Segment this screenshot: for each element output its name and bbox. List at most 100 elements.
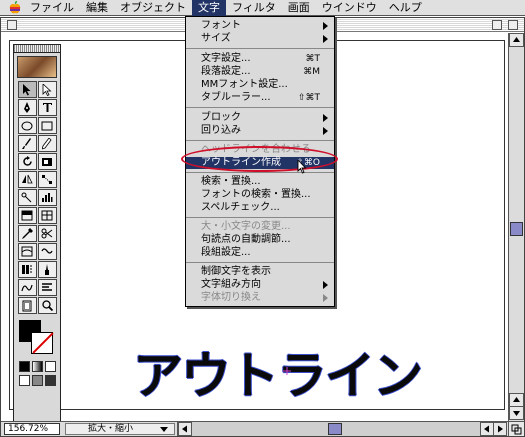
menu-item-mm-font[interactable]: MMフォント設定... bbox=[186, 79, 334, 91]
vertical-scrollbar[interactable] bbox=[508, 33, 524, 421]
vertical-scroll-thumb[interactable] bbox=[510, 222, 523, 236]
gradient-tool[interactable] bbox=[17, 207, 37, 224]
menu-type[interactable]: 文字 bbox=[192, 0, 226, 16]
venus-logo bbox=[17, 56, 57, 78]
menu-item-label: 字体切り換え bbox=[201, 292, 261, 303]
twirl-tool[interactable] bbox=[37, 243, 57, 260]
horizontal-scrollbar[interactable] bbox=[177, 422, 507, 436]
scroll-down-arrow[interactable] bbox=[509, 406, 524, 420]
menu-item-find-replace[interactable]: 検索・置換... bbox=[186, 176, 334, 188]
autotrace-tool[interactable] bbox=[17, 279, 37, 296]
scroll-up-arrow[interactable] bbox=[509, 33, 524, 47]
tool-palette bbox=[13, 44, 61, 432]
warp-icon bbox=[21, 246, 33, 257]
standard-screen-button[interactable] bbox=[18, 375, 30, 386]
menu-filter[interactable]: フィルタ bbox=[226, 0, 282, 16]
pen-tool[interactable] bbox=[17, 99, 37, 116]
menu-item-smart-punctuation[interactable]: 句読点の自動調節... bbox=[186, 234, 334, 246]
menu-window[interactable]: ウインドウ bbox=[316, 0, 383, 16]
menu-item-type-orientation[interactable]: 文字組み方向 bbox=[186, 279, 334, 291]
menu-item-size[interactable]: サイズ bbox=[186, 33, 334, 45]
align-tool[interactable] bbox=[37, 279, 57, 296]
menu-object[interactable]: オブジェクト bbox=[114, 0, 192, 16]
menu-item-label: スペルチェック... bbox=[201, 202, 280, 213]
menu-item-font[interactable]: フォント bbox=[186, 20, 334, 32]
menu-item-rows-columns[interactable]: 段組設定... bbox=[186, 247, 334, 259]
close-box[interactable] bbox=[7, 20, 17, 30]
ellipse-icon bbox=[21, 121, 33, 130]
selection-tool[interactable] bbox=[17, 81, 37, 98]
stroke-swatch[interactable] bbox=[31, 332, 53, 354]
scroll-left-arrow-right[interactable] bbox=[480, 422, 494, 436]
fill-stroke-swatches bbox=[17, 318, 57, 358]
menu-separator bbox=[186, 140, 334, 141]
direct-selection-tool[interactable] bbox=[37, 81, 57, 98]
align-icon bbox=[42, 283, 52, 291]
menu-item-label: フォント bbox=[201, 20, 241, 31]
scroll-up-arrow-lower[interactable] bbox=[509, 393, 524, 407]
autotrace-icon bbox=[21, 284, 33, 292]
menu-view[interactable]: 画面 bbox=[282, 0, 316, 16]
menu-separator bbox=[186, 172, 334, 173]
submenu-arrow-icon bbox=[323, 22, 328, 30]
reflect-tool[interactable] bbox=[17, 171, 37, 188]
zoom-box[interactable] bbox=[492, 20, 502, 30]
rectangle-tool[interactable] bbox=[37, 117, 57, 134]
full-screen-button[interactable] bbox=[44, 375, 56, 386]
outline-text-object[interactable]: アウトライン bbox=[133, 336, 423, 408]
menu-file[interactable]: ファイル bbox=[24, 0, 80, 16]
menu-item-character[interactable]: 文字設定... ⌘T bbox=[186, 53, 334, 65]
reflect-icon bbox=[22, 174, 33, 184]
ellipse-tool[interactable] bbox=[17, 117, 37, 134]
menu-item-label: MMフォント設定... bbox=[201, 79, 288, 90]
brush-tool[interactable] bbox=[17, 135, 37, 152]
blend-tool[interactable] bbox=[37, 171, 57, 188]
mesh-icon bbox=[41, 210, 53, 221]
status-popup[interactable]: 拡大・縮小 bbox=[65, 423, 175, 435]
menu-bar: ファイル 編集 オブジェクト 文字 フィルタ 画面 ウインドウ ヘルプ bbox=[0, 0, 525, 16]
apple-menu-icon[interactable] bbox=[6, 1, 24, 15]
full-screen-menu-button[interactable] bbox=[31, 375, 43, 386]
eyedropper-tool[interactable] bbox=[17, 225, 37, 242]
menu-edit[interactable]: 編集 bbox=[80, 0, 114, 16]
warp-tool[interactable] bbox=[17, 243, 37, 260]
mesh-tool[interactable] bbox=[37, 207, 57, 224]
scissors-blend-tool[interactable] bbox=[17, 189, 37, 206]
pencil-icon bbox=[42, 137, 52, 149]
pen-icon bbox=[24, 101, 30, 113]
color-mode-button[interactable] bbox=[18, 361, 30, 372]
scale-tool[interactable] bbox=[37, 153, 57, 170]
submenu-arrow-icon bbox=[323, 281, 328, 289]
paintbrush-tool[interactable] bbox=[37, 261, 57, 278]
column-graph-tool[interactable] bbox=[17, 261, 37, 278]
gradient-mode-button[interactable] bbox=[31, 361, 43, 372]
none-mode-button[interactable] bbox=[44, 361, 56, 372]
graph-tool[interactable] bbox=[37, 189, 57, 206]
gradient-icon bbox=[21, 210, 33, 221]
pencil-tool[interactable] bbox=[37, 135, 57, 152]
collapse-box[interactable] bbox=[508, 20, 518, 30]
zoom-level-field[interactable]: 156.72% bbox=[4, 423, 60, 435]
menu-item-label: 句読点の自動調節... bbox=[201, 234, 291, 245]
palette-title-bar[interactable] bbox=[14, 45, 60, 53]
menu-help[interactable]: ヘルプ bbox=[383, 0, 428, 16]
scissors-tool[interactable] bbox=[37, 225, 57, 242]
rotate-tool[interactable] bbox=[17, 153, 37, 170]
scroll-right-arrow[interactable] bbox=[493, 422, 507, 436]
menu-item-wrap[interactable]: 回り込み bbox=[186, 125, 334, 137]
menu-item-tab-ruler[interactable]: タブルーラー... ⇧⌘T bbox=[186, 92, 334, 104]
menu-item-spell-check[interactable]: スペルチェック... bbox=[186, 202, 334, 214]
zoom-tool[interactable] bbox=[37, 297, 57, 314]
type-tool[interactable] bbox=[37, 99, 57, 116]
menu-item-show-hidden[interactable]: 制御文字を表示 bbox=[186, 266, 334, 278]
rotate-icon bbox=[22, 156, 32, 166]
menu-item-label: ブロック bbox=[201, 112, 241, 123]
triangle-right-icon bbox=[498, 425, 503, 433]
horizontal-scroll-thumb[interactable] bbox=[328, 423, 342, 435]
menu-item-blocks[interactable]: ブロック bbox=[186, 112, 334, 124]
menu-item-paragraph[interactable]: 段落設定... ⌘M bbox=[186, 66, 334, 78]
scroll-left-arrow[interactable] bbox=[178, 422, 192, 436]
page-tool[interactable] bbox=[17, 297, 37, 314]
grow-box[interactable] bbox=[508, 422, 524, 436]
menu-item-find-font[interactable]: フォントの検索・置換... bbox=[186, 189, 334, 201]
